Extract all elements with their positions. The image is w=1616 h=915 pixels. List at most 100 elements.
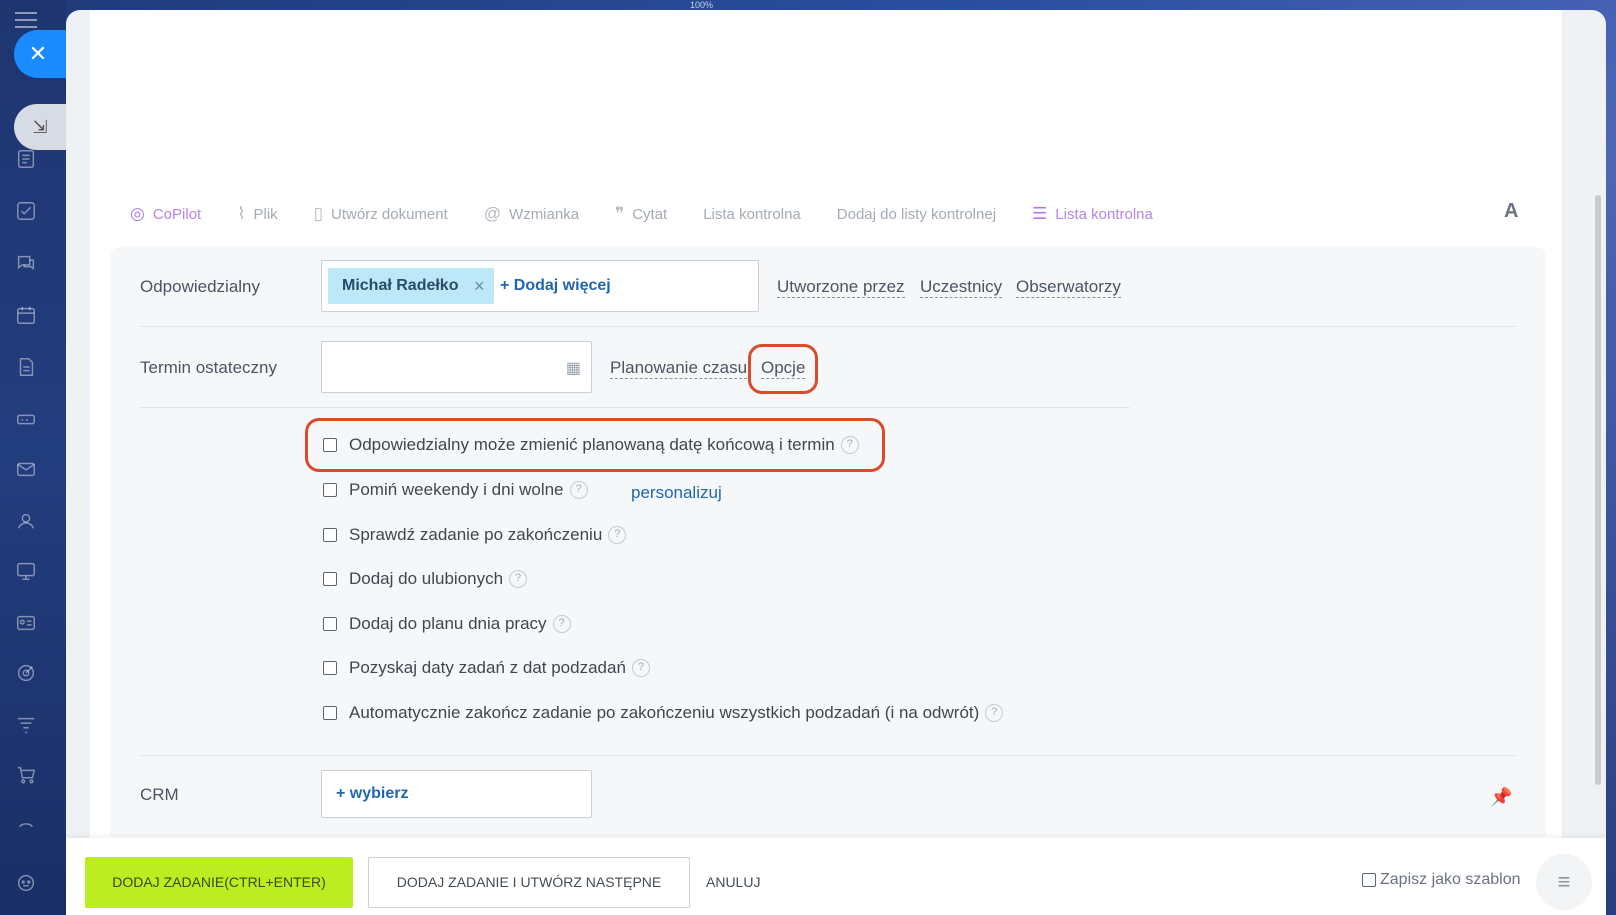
save-as-template-checkbox[interactable]: Zapisz jako szablon bbox=[1362, 871, 1521, 889]
checkbox-label: Dodaj do planu dnia pracy bbox=[349, 614, 547, 633]
checkbox-row-skip-weekends[interactable]: Pomiń weekendy i dni wolne ? bbox=[323, 480, 588, 500]
funnel-icon[interactable] bbox=[14, 714, 38, 738]
news-icon[interactable] bbox=[14, 148, 38, 172]
document-icon: ▯ bbox=[313, 204, 324, 223]
checkbox[interactable] bbox=[323, 617, 337, 631]
chat-icon[interactable] bbox=[14, 252, 38, 276]
deadline-label: Termin ostateczny bbox=[140, 358, 277, 377]
observers-link[interactable]: Obserwatorzy bbox=[1016, 277, 1121, 298]
toolbar-create-document-label: Utwórz dokument bbox=[331, 205, 448, 223]
help-icon[interactable]: ? bbox=[631, 659, 650, 677]
workgroups-icon[interactable] bbox=[14, 560, 38, 584]
help-icon[interactable]: ? bbox=[509, 570, 528, 588]
help-icon[interactable]: ? bbox=[608, 526, 627, 544]
checkbox-row-favorites[interactable]: Dodaj do ulubionych ? bbox=[323, 569, 528, 589]
help-icon[interactable]: ? bbox=[569, 481, 588, 499]
docs-icon[interactable] bbox=[14, 356, 38, 380]
toolbar-copilot[interactable]: ◎ CoPilot bbox=[130, 204, 201, 224]
checkbox-label: Dodaj do ulubionych bbox=[349, 569, 504, 588]
toolbar-mention[interactable]: @ Wzmianka bbox=[484, 204, 579, 224]
at-icon: @ bbox=[483, 204, 502, 223]
checkbox[interactable] bbox=[1362, 873, 1376, 887]
options-highlight bbox=[748, 344, 818, 394]
checkbox-row-change-deadline[interactable]: Odpowiedzialny może zmienić planowaną da… bbox=[323, 435, 859, 455]
toolbar-quote[interactable]: ❞ Cytat bbox=[615, 204, 667, 224]
help-icon[interactable]: ? bbox=[552, 615, 571, 633]
toolbar-create-document[interactable]: ▯ Utwórz dokument bbox=[314, 204, 448, 224]
crm-select-button[interactable]: + wybierz bbox=[321, 770, 592, 818]
created-by-link[interactable]: Utworzone przez bbox=[777, 277, 905, 298]
checkbox-row-day-plan[interactable]: Dodaj do planu dnia pracy ? bbox=[323, 614, 571, 634]
footer-bar: DODAJ ZADANIE(CTRL+ENTER) DODAJ ZADANIE … bbox=[66, 838, 1606, 915]
target-icon[interactable] bbox=[14, 662, 38, 686]
help-icon[interactable]: ? bbox=[985, 704, 1004, 722]
hamburger-menu-icon[interactable] bbox=[15, 12, 37, 30]
drive-icon[interactable] bbox=[14, 408, 38, 432]
responsible-label: Odpowiedzialny bbox=[140, 277, 261, 296]
toolbar-mention-label: Wzmianka bbox=[509, 205, 580, 223]
crm-label: CRM bbox=[140, 785, 179, 804]
minimize-slider-button[interactable]: ⇲ bbox=[14, 104, 66, 150]
checkbox-row-review-task[interactable]: Sprawdź zadanie po zakończeniu ? bbox=[323, 525, 627, 545]
add-task-and-next-button[interactable]: DODAJ ZADANIE I UTWÓRZ NASTĘPNE bbox=[368, 857, 690, 908]
toolbar-add-to-checklist[interactable]: Dodaj do listy kontrolnej bbox=[837, 206, 996, 223]
personalize-link[interactable]: personalizuj bbox=[631, 483, 722, 503]
calendar-icon[interactable]: ▦ bbox=[566, 358, 581, 378]
toolbar-quote-label: Cytat bbox=[632, 205, 668, 223]
checkbox[interactable] bbox=[323, 706, 337, 720]
participants-link[interactable]: Uczestnicy bbox=[920, 277, 1003, 298]
checkbox-row-subtask-dates[interactable]: Pozyskaj daty zadań z dat podzadań ? bbox=[323, 658, 650, 678]
paperclip-icon: ⌇ bbox=[237, 204, 246, 223]
toolbar-file[interactable]: ⌇ Plik bbox=[237, 204, 277, 224]
responsible-user-chip[interactable]: Michał Radełko × bbox=[328, 268, 495, 304]
toolbar-checklist[interactable]: Lista kontrolna bbox=[703, 206, 801, 223]
checkbox[interactable] bbox=[323, 528, 337, 542]
toolbar-checklist-label: Lista kontrolna bbox=[703, 205, 801, 223]
contacts-icon[interactable] bbox=[14, 510, 38, 534]
pin-icon[interactable]: 📌 bbox=[1490, 787, 1512, 808]
deadline-input[interactable]: ▦ bbox=[321, 341, 592, 393]
checkbox[interactable] bbox=[323, 661, 337, 675]
task-settings-form: Odpowiedzialny Michał Radełko × + Dodaj … bbox=[110, 247, 1546, 837]
responsible-selector[interactable]: Michał Radełko × + Dodaj więcej bbox=[321, 260, 759, 312]
checkbox[interactable] bbox=[323, 483, 337, 497]
checkbox-label: Pozyskaj daty zadań z dat podzadań bbox=[349, 658, 626, 677]
zoom-indicator: 100% bbox=[690, 0, 714, 10]
close-slider-button[interactable]: ✕ bbox=[14, 30, 66, 78]
checkbox-label: Pomiń weekendy i dni wolne bbox=[349, 480, 564, 499]
add-task-button[interactable]: DODAJ ZADANIE(CTRL+ENTER) bbox=[85, 857, 353, 908]
checkbox[interactable] bbox=[323, 572, 337, 586]
crm-card-icon[interactable] bbox=[14, 612, 38, 636]
toolbar-add-to-checklist-label: Dodaj do listy kontrolnej bbox=[836, 205, 997, 223]
toolbar-copilot-label: CoPilot bbox=[152, 205, 202, 223]
checkbox-label: Sprawdź zadanie po zakończeniu bbox=[349, 525, 603, 544]
cancel-button[interactable]: ANULUJ bbox=[706, 857, 760, 908]
checkbox-label: Automatycznie zakończ zadanie po zakończ… bbox=[349, 703, 980, 722]
divider bbox=[140, 755, 1516, 756]
add-more-button[interactable]: + Dodaj więcej bbox=[500, 268, 611, 304]
divider bbox=[140, 407, 1130, 408]
quote-icon: ❞ bbox=[615, 204, 625, 223]
checklist-icon: ☰ bbox=[1032, 204, 1048, 223]
toolbar-checklist-new[interactable]: ☰ Lista kontrolna bbox=[1032, 204, 1153, 224]
mail-icon[interactable] bbox=[14, 458, 38, 482]
editor-toolbar: ◎ CoPilot ⌇ Plik ▯ Utwórz dokument @ Wzm… bbox=[130, 200, 1189, 228]
tasks-icon[interactable] bbox=[14, 200, 38, 224]
copilot-icon: ◎ bbox=[130, 204, 145, 223]
help-icon[interactable]: ? bbox=[840, 436, 859, 454]
text-format-toggle[interactable]: A bbox=[1504, 200, 1518, 223]
robot-avatar-icon[interactable] bbox=[14, 872, 38, 896]
toolbar-checklist-new-label: Lista kontrolna bbox=[1055, 205, 1153, 223]
checkbox-label: Odpowiedzialny może zmienić planowaną da… bbox=[349, 435, 835, 454]
left-sidebar: ✕ ⇲ bbox=[0, 0, 66, 915]
calendar-icon[interactable] bbox=[14, 304, 38, 328]
cart-icon[interactable] bbox=[14, 764, 38, 788]
scrollbar[interactable] bbox=[1595, 195, 1601, 785]
remove-user-icon[interactable]: × bbox=[474, 268, 485, 304]
time-planning-link[interactable]: Planowanie czasu bbox=[610, 358, 748, 379]
responsible-user-name: Michał Radełko bbox=[342, 277, 459, 294]
checkbox[interactable] bbox=[323, 438, 337, 452]
more-chevron-icon[interactable] bbox=[14, 812, 38, 836]
menu-list-icon[interactable]: ≡ bbox=[1536, 854, 1592, 910]
checkbox-row-auto-complete[interactable]: Automatycznie zakończ zadanie po zakończ… bbox=[323, 703, 1004, 723]
